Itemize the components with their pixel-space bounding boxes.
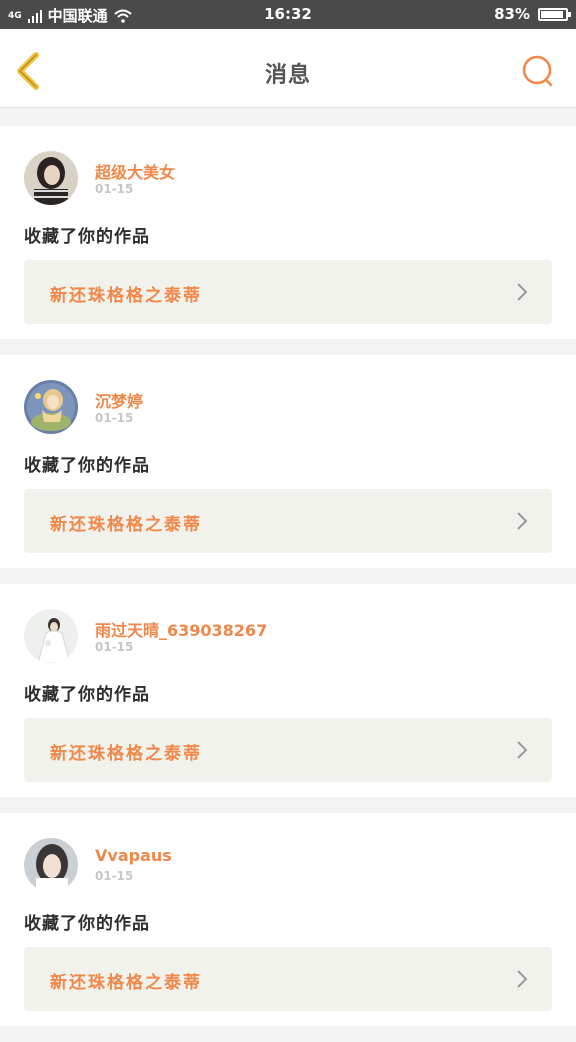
clock: 16:32 xyxy=(264,5,312,23)
chevron-right-icon xyxy=(517,741,528,759)
work-title: 新还珠格格之泰蒂 xyxy=(50,286,202,306)
message-date: 01-15 xyxy=(95,869,134,883)
work-link[interactable]: 新还珠格格之泰蒂 xyxy=(24,718,552,782)
avatar[interactable] xyxy=(24,380,78,434)
search-button[interactable] xyxy=(520,53,556,89)
chevron-right-icon xyxy=(517,512,528,530)
user-name[interactable]: 沉梦婷 xyxy=(95,388,143,412)
user-name[interactable]: Vvapaus xyxy=(95,846,172,865)
status-bar: 4G 中国联通 16:32 83% xyxy=(0,0,576,29)
work-title: 新还珠格格之泰蒂 xyxy=(50,515,202,535)
battery-percent: 83% xyxy=(494,5,530,23)
chevron-right-icon xyxy=(517,283,528,301)
work-title: 新还珠格格之泰蒂 xyxy=(50,744,202,764)
chevron-right-icon xyxy=(517,970,528,988)
message-card: Vvapaus 01-15 收藏了你的作品 新还珠格格之泰蒂 xyxy=(0,813,576,1026)
message-date: 01-15 xyxy=(95,182,134,196)
search-icon xyxy=(522,55,553,87)
work-link[interactable]: 新还珠格格之泰蒂 xyxy=(24,260,552,324)
action-text: 收藏了你的作品 xyxy=(24,914,150,934)
message-card: 雨过天晴_639038267 01-15 收藏了你的作品 新还珠格格之泰蒂 xyxy=(0,584,576,797)
status-right: 83% xyxy=(494,5,571,23)
action-text: 收藏了你的作品 xyxy=(24,685,150,705)
action-text: 收藏了你的作品 xyxy=(24,456,150,476)
work-link[interactable]: 新还珠格格之泰蒂 xyxy=(24,947,552,1011)
work-link[interactable]: 新还珠格格之泰蒂 xyxy=(24,489,552,553)
user-name[interactable]: 超级大美女 xyxy=(95,159,175,183)
avatar[interactable] xyxy=(24,609,78,663)
avatar[interactable] xyxy=(24,151,78,205)
message-card: 沉梦婷 01-15 收藏了你的作品 新还珠格格之泰蒂 xyxy=(0,355,576,568)
avatar[interactable] xyxy=(24,838,78,892)
work-title: 新还珠格格之泰蒂 xyxy=(50,973,202,993)
user-name[interactable]: 雨过天晴_639038267 xyxy=(95,617,267,641)
message-list: 超级大美女 01-15 收藏了你的作品 新还珠格格之泰蒂 沉梦婷 01-15 收… xyxy=(0,126,576,1042)
page-title: 消息 xyxy=(264,63,311,88)
app-header: 消息 xyxy=(0,29,576,108)
message-date: 01-15 xyxy=(95,411,134,425)
message-card: 超级大美女 01-15 收藏了你的作品 新还珠格格之泰蒂 xyxy=(0,126,576,339)
message-date: 01-15 xyxy=(95,640,134,654)
action-text: 收藏了你的作品 xyxy=(24,227,150,247)
battery-icon xyxy=(538,7,571,21)
